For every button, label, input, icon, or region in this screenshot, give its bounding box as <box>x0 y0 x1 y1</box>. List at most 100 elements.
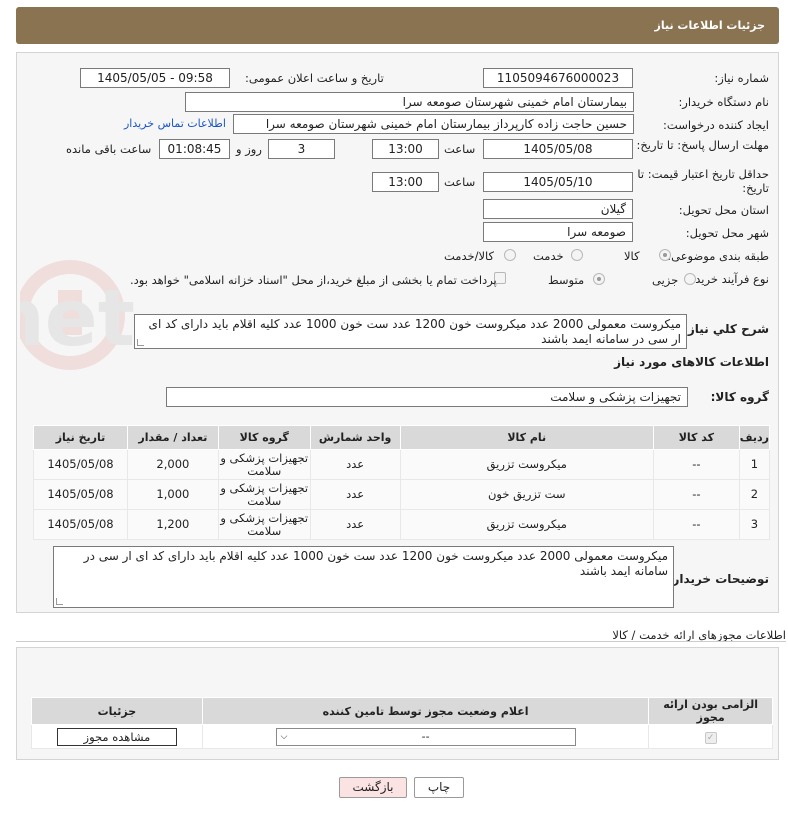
col-date: تاریخ نیاز <box>33 425 128 450</box>
col-row: ردیف <box>738 425 771 450</box>
col-code: کد کالا <box>652 425 740 450</box>
back-button[interactable]: بازگشت <box>339 777 407 798</box>
items-table-header: ردیف کد کالا نام کالا واحد شمارش گروه کا… <box>33 425 771 450</box>
cell-date: 1405/05/08 <box>33 509 128 540</box>
process-option-minor: جزیی <box>652 273 679 287</box>
announce-label: تاریخ و ساعت اعلان عمومی: <box>245 71 384 85</box>
creator-label: ایجاد کننده درخواست: <box>663 118 769 132</box>
buyer-notes-text: میکروست معمولی 2000 عدد میکروست خون 1200… <box>83 549 668 578</box>
need-number-label: شماره نیاز: <box>714 71 769 85</box>
process-label: نوع فرآیند خرید : <box>687 272 769 286</box>
checkmark-icon: ✓ <box>704 731 717 744</box>
buyer-field: بیمارستان امام خمینی شهرستان صومعه سرا <box>185 92 634 112</box>
col-permit-status: اعلام وضعیت مجوز توسط تامین کننده <box>201 697 650 725</box>
deadline-time-label: ساعت <box>444 142 476 156</box>
cell-group: تجهیزات پزشکی و سلامت <box>217 449 311 480</box>
buyer-contact-link[interactable]: اطلاعات تماس خریدار <box>124 117 226 130</box>
goods-info-title: اطلاعات کالاهای مورد نیاز <box>614 355 769 369</box>
table-row: ✓ -- ⌵ مشاهده مجوز <box>31 724 773 749</box>
validity-date-field: 1405/05/10 <box>483 172 633 192</box>
buyer-label: نام دستگاه خریدار: <box>678 95 769 109</box>
cell-qty: 1,200 <box>126 509 219 540</box>
category-option-service: خدمت <box>533 249 564 263</box>
permits-table-header: الزامی بودن ارائه مجوز اعلام وضعیت مجوز … <box>31 697 773 725</box>
permit-status-value: -- <box>421 729 430 743</box>
validity-time-label: ساعت <box>444 175 476 189</box>
category-radio-goods[interactable] <box>659 249 671 261</box>
cell-qty: 2,000 <box>126 449 219 480</box>
summary-label: شرح کلي نياز: <box>683 322 769 336</box>
items-table: ردیف کد کالا نام کالا واحد شمارش گروه کا… <box>33 425 771 540</box>
cell-permit-required: ✓ <box>648 724 773 749</box>
city-field: صومعه سرا <box>483 222 633 242</box>
category-radio-both[interactable] <box>504 249 516 261</box>
summary-text: میکروست معمولی 2000 عدد میکروست خون 1200… <box>148 317 681 346</box>
time-remaining-field: 01:08:45 <box>159 139 230 159</box>
deadline-label: مهلت ارسال پاسخ: تا تاریخ: <box>636 138 769 152</box>
resize-handle-icon[interactable] <box>137 339 144 346</box>
col-qty: تعداد / مقدار <box>126 425 219 450</box>
category-option-both: کالا/خدمت <box>444 249 495 263</box>
cell-row: 3 <box>738 509 771 540</box>
cell-date: 1405/05/08 <box>33 479 128 510</box>
table-row: 1 -- میکروست تزریق عدد تجهیزات پزشکی و س… <box>33 449 771 480</box>
cell-group: تجهیزات پزشکی و سلامت <box>217 509 311 540</box>
province-field: گیلان <box>483 199 633 219</box>
cell-row: 2 <box>738 479 771 510</box>
category-radio-service[interactable] <box>571 249 583 261</box>
cell-code: -- <box>652 479 740 510</box>
page-header: جزئیات اطلاعات نیاز <box>16 7 779 44</box>
cell-date: 1405/05/08 <box>33 449 128 480</box>
creator-field: حسین حاجت زاده کارپرداز بیمارستان امام خ… <box>233 114 634 134</box>
province-label: استان محل تحویل: <box>678 203 769 217</box>
goods-group-field: تجهیزات پزشکی و سلامت <box>166 387 688 407</box>
col-permit-details: جزئیات <box>31 697 203 725</box>
table-row: 3 -- میکروست تزریق عدد تجهیزات پزشکی و س… <box>33 509 771 540</box>
days-remaining-field: 3 <box>268 139 335 159</box>
col-permit-required: الزامی بودن ارائه مجوز <box>648 697 773 725</box>
table-row: 2 -- ست تزریق خون عدد تجهیزات پزشکی و سل… <box>33 479 771 510</box>
permits-divider <box>16 641 786 642</box>
cell-name: ست تزریق خون <box>399 479 654 510</box>
deadline-time-field: 13:00 <box>372 139 439 159</box>
cell-group: تجهیزات پزشکی و سلامت <box>217 479 311 510</box>
resize-handle-icon[interactable] <box>56 598 63 605</box>
cell-code: -- <box>652 509 740 540</box>
view-permit-button[interactable]: مشاهده مجوز <box>56 727 177 746</box>
announce-field: 1405/05/05 - 09:58 <box>80 68 230 88</box>
days-label: روز و <box>236 142 262 156</box>
col-name: نام کالا <box>399 425 654 450</box>
chevron-down-icon: ⌵ <box>280 731 288 742</box>
permit-status-select[interactable]: -- ⌵ <box>275 727 576 746</box>
summary-textarea[interactable]: میکروست معمولی 2000 عدد میکروست خون 1200… <box>134 314 687 349</box>
cell-permit-status: -- ⌵ <box>201 724 650 749</box>
col-group: گروه کالا <box>217 425 311 450</box>
cell-code: -- <box>652 449 740 480</box>
buyer-notes-label: توضیحات خریدار: <box>667 572 769 586</box>
cell-row: 1 <box>738 449 771 480</box>
cell-unit: عدد <box>309 479 401 510</box>
cell-name: میکروست تزریق <box>399 509 654 540</box>
need-number-field: 1105094676000023 <box>483 68 633 88</box>
process-radio-medium[interactable] <box>593 273 605 285</box>
permits-title: اطلاعات مجوزهای ارائه خدمت / کالا <box>612 628 786 642</box>
cell-unit: عدد <box>309 509 401 540</box>
category-option-goods: کالا <box>624 249 640 263</box>
process-radio-minor[interactable] <box>684 273 696 285</box>
buyer-notes-textarea[interactable]: میکروست معمولی 2000 عدد میکروست خون 1200… <box>53 546 674 608</box>
cell-qty: 1,000 <box>126 479 219 510</box>
cell-permit-details: مشاهده مجوز <box>31 724 203 749</box>
category-label: طبقه بندی موضوعی: <box>667 249 769 263</box>
goods-group-label: گروه کالا: <box>710 390 769 404</box>
treasury-payment-note: پرداخت تمام یا بخشی از مبلغ خرید،از محل … <box>130 273 497 287</box>
page-title: جزئیات اطلاعات نیاز <box>654 19 766 32</box>
col-unit: واحد شمارش <box>309 425 401 450</box>
validity-time-field: 13:00 <box>372 172 439 192</box>
cell-unit: عدد <box>309 449 401 480</box>
process-option-medium: متوسط <box>548 273 585 287</box>
permits-table: الزامی بودن ارائه مجوز اعلام وضعیت مجوز … <box>31 697 773 749</box>
cell-name: میکروست تزریق <box>399 449 654 480</box>
validity-label: حداقل تاریخ اعتبار قیمت: تا تاریخ: <box>637 167 769 195</box>
print-button[interactable]: چاپ <box>414 777 464 798</box>
city-label: شهر محل تحویل: <box>685 226 769 240</box>
